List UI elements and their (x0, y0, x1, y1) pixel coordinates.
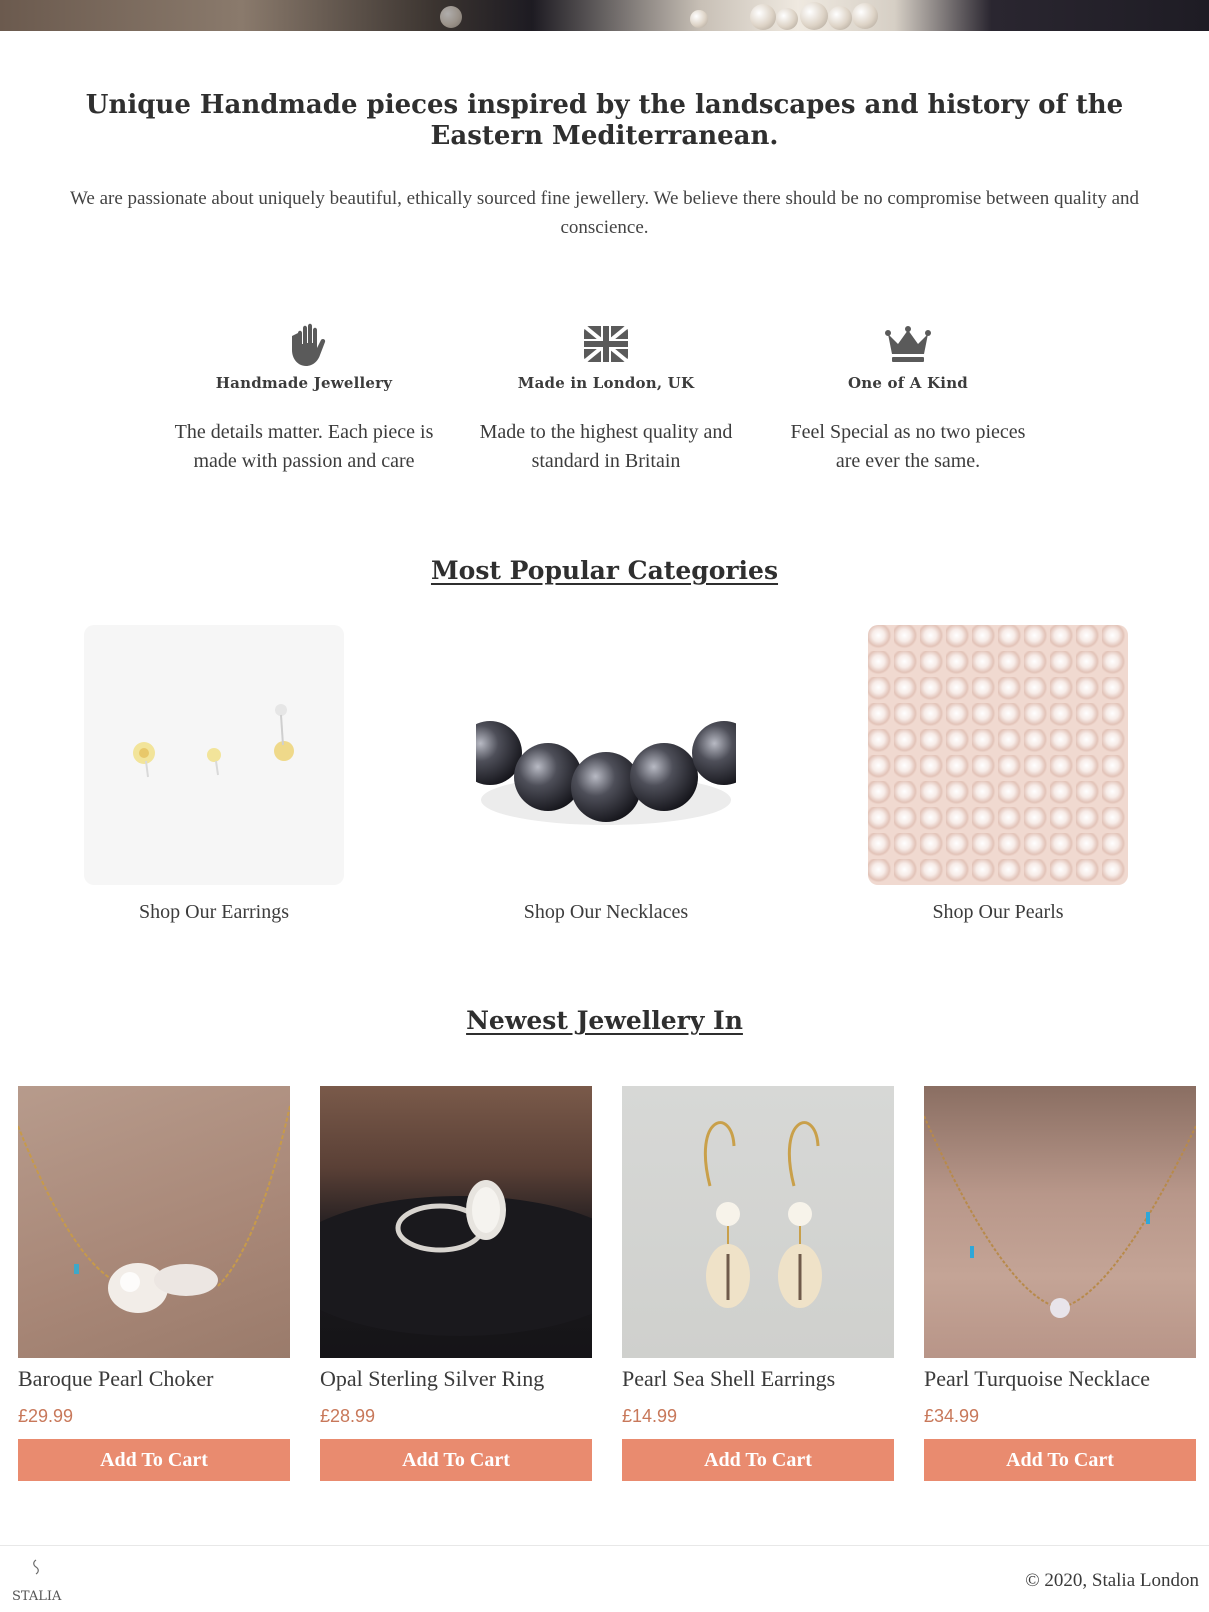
product-price: £28.99 (320, 1406, 376, 1426)
category-pearls[interactable]: Shop Our Pearls (868, 625, 1128, 924)
category-label[interactable]: Shop Our Necklaces (524, 901, 688, 924)
stalia-logo[interactable]: STALIA (12, 1556, 62, 1606)
product-image[interactable] (18, 1086, 290, 1358)
category-label[interactable]: Shop Our Pearls (932, 901, 1063, 924)
hand-icon (292, 323, 326, 366)
product-price: £34.99 (924, 1406, 980, 1426)
product-image[interactable] (924, 1086, 1196, 1358)
logo-text: STALIA (12, 1589, 62, 1604)
necklaces-category-image[interactable] (476, 625, 736, 885)
feature-made-in-london: Made in London, UK Made to the highest q… (456, 322, 756, 476)
uk-flag-icon (582, 324, 630, 364)
category-necklaces[interactable]: Shop Our Necklaces (476, 625, 736, 924)
product-card: Opal Sterling Silver Ring £28.99 Add To … (320, 1086, 592, 1481)
feature-title: Made in London, UK (517, 374, 695, 392)
add-to-cart-button[interactable]: Add To Cart (320, 1439, 592, 1481)
add-to-cart-button[interactable]: Add To Cart (622, 1439, 894, 1481)
copyright-text: © 2020, Stalia London (1025, 1570, 1199, 1591)
product-price: £29.99 (18, 1406, 74, 1426)
feature-title: Handmade Jewellery (215, 374, 393, 392)
product-name[interactable]: Baroque Pearl Choker (18, 1366, 290, 1392)
feature-text: The details matter. Each piece is made w… (174, 421, 434, 472)
categories-heading: Most Popular Categories (0, 556, 1209, 585)
product-image[interactable] (622, 1086, 894, 1358)
add-to-cart-button[interactable]: Add To Cart (924, 1439, 1196, 1481)
page-headline: Unique Handmade pieces inspired by the l… (85, 90, 1124, 151)
feature-handmade: Handmade Jewellery The details matter. E… (154, 322, 454, 476)
product-price: £14.99 (622, 1406, 678, 1426)
product-image[interactable] (320, 1086, 592, 1358)
product-card: Baroque Pearl Choker £29.99 Add To Cart (18, 1086, 290, 1481)
newest-heading: Newest Jewellery In (0, 1006, 1209, 1035)
feature-title: One of A Kind (847, 374, 968, 392)
add-to-cart-button[interactable]: Add To Cart (18, 1439, 290, 1481)
product-card: Pearl Sea Shell Earrings £14.99 Add To C… (622, 1086, 894, 1481)
product-name[interactable]: Opal Sterling Silver Ring (320, 1366, 592, 1392)
crown-icon (885, 326, 931, 362)
category-earrings[interactable]: Shop Our Earrings (84, 625, 344, 924)
intro-text: We are passionate about uniquely beautif… (69, 188, 1140, 238)
feature-one-of-a-kind: One of A Kind Feel Special as no two pie… (758, 322, 1058, 476)
product-name[interactable]: Pearl Sea Shell Earrings (622, 1366, 894, 1392)
hero-banner-image (0, 0, 1209, 31)
feature-text: Feel Special as no two pieces are ever t… (790, 421, 1026, 472)
product-name[interactable]: Pearl Turquoise Necklace (924, 1366, 1196, 1392)
category-label[interactable]: Shop Our Earrings (139, 901, 289, 924)
feature-text: Made to the highest quality and standard… (479, 421, 733, 472)
site-footer: STALIA © 2020, Stalia London (0, 1545, 1209, 1612)
categories-heading-link[interactable]: Most Popular Categories (431, 556, 778, 585)
earrings-category-image[interactable] (84, 625, 344, 885)
newest-heading-link[interactable]: Newest Jewellery In (466, 1006, 743, 1035)
product-card: Pearl Turquoise Necklace £34.99 Add To C… (924, 1086, 1196, 1481)
pearls-category-image[interactable] (868, 625, 1128, 885)
